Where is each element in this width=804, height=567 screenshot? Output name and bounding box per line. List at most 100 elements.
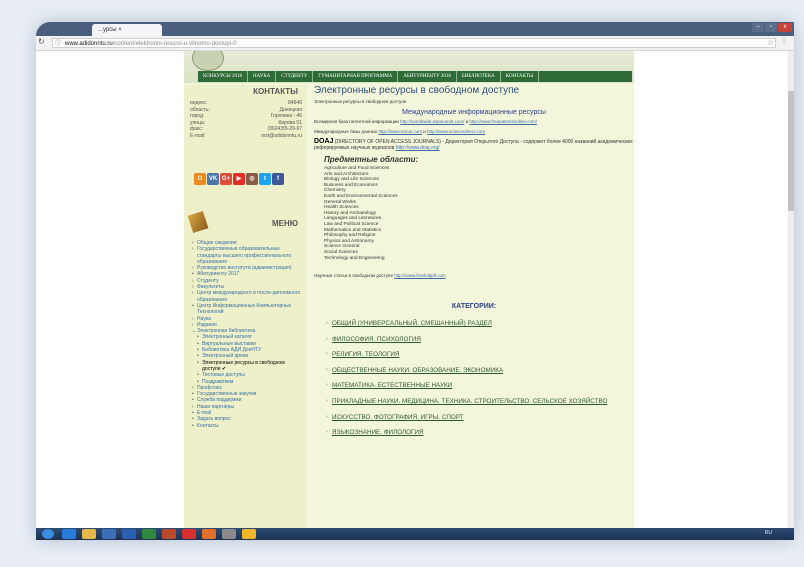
media-icon[interactable] bbox=[102, 529, 116, 539]
menu-item-label: Государственные закупки bbox=[197, 391, 257, 398]
nav-item[interactable]: ГУМАНИТАРНАЯ ПРОГРАММА bbox=[313, 71, 399, 82]
excel-icon[interactable] bbox=[142, 529, 156, 539]
nav-item[interactable]: АБИТУРИЕНТУ 2018 bbox=[398, 71, 457, 82]
category-link[interactable]: › ЯЗЫКОЗНАНИЕ. ФИЛОЛОГИЯ bbox=[326, 425, 634, 441]
menu-item-label: Контакты bbox=[197, 422, 219, 429]
freefullpdf-link[interactable]: http://www.freefullpdf.com bbox=[394, 273, 446, 278]
category-link[interactable]: › ФИЛОСОФИЯ. ПСИХОЛОГИЯ bbox=[326, 332, 634, 348]
category-link[interactable]: › ИСКУССТВО. ФОТОГРАФИЯ. ИГРЫ. СПОРТ bbox=[326, 410, 634, 426]
category-bullet: › bbox=[326, 382, 328, 389]
category-link[interactable]: › ОБЩИЙ (УНИВЕРСАЛЬНЫЙ, СМЕШАННЫЙ) РАЗДЕЛ bbox=[326, 316, 634, 332]
category-label: ФИЛОСОФИЯ. ПСИХОЛОГИЯ bbox=[332, 335, 421, 343]
address-bar[interactable]: ⓘ www.adidonntu.ru/content/elektronni-re… bbox=[52, 38, 776, 48]
category-bullet: › bbox=[326, 413, 328, 420]
contact-label: E-mail: bbox=[190, 132, 206, 139]
url-path: /content/elektronni-resursi-u-vilnomu-do… bbox=[112, 41, 237, 47]
category-bullet: › bbox=[326, 398, 328, 405]
menu-item-label: Тестовые доступы bbox=[202, 372, 245, 379]
close-window-icon[interactable]: x bbox=[778, 23, 792, 32]
menu-bullet: • bbox=[197, 359, 199, 366]
app-icon[interactable] bbox=[222, 529, 236, 539]
menu-item-label: Поздравляем bbox=[202, 378, 234, 385]
doaj-link[interactable]: http://www.doaj.org/ bbox=[396, 145, 440, 151]
menu-header: МЕНЮ bbox=[187, 210, 302, 234]
category-link[interactable]: › МАТЕМАТИКА. ЕСТЕСТВЕННЫЕ НАУКИ bbox=[326, 378, 634, 394]
category-label: МАТЕМАТИКА. ЕСТЕСТВЕННЫЕ НАУКИ bbox=[332, 382, 453, 390]
contact-value: inst@adidonntu.ru bbox=[261, 132, 302, 139]
ie-icon[interactable] bbox=[62, 529, 76, 539]
menu-bullet: • bbox=[192, 302, 194, 309]
patent-line: Всемирная база патентной информации http… bbox=[314, 119, 634, 125]
opera-icon[interactable] bbox=[182, 529, 196, 539]
menu-item[interactable]: › Центр международного и после-дипломного… bbox=[192, 290, 304, 303]
category-label: РЕЛИГИЯ. ТЕОЛОГИЯ bbox=[332, 351, 400, 359]
book-icon bbox=[187, 210, 209, 234]
menu-item[interactable]: › Государственные образовательные стандар… bbox=[192, 246, 304, 265]
social-icon[interactable]: ▶ bbox=[233, 173, 245, 185]
word-icon[interactable] bbox=[122, 529, 136, 539]
menu-item-label: Государственные образовательные стандарт… bbox=[197, 246, 292, 265]
sciencedirect-link[interactable]: http://www.sciencedirect.com bbox=[427, 129, 485, 134]
social-icon[interactable]: t bbox=[259, 173, 271, 185]
freepatents-link[interactable]: http://www.freepatentsonline.com/ bbox=[469, 119, 537, 124]
powerpoint-icon[interactable] bbox=[162, 529, 176, 539]
menu-item-label: Наши партнёры bbox=[197, 403, 234, 410]
chrome-icon[interactable] bbox=[242, 529, 256, 539]
category-bullet: › bbox=[326, 351, 328, 358]
patent-text: Всемирная база патентной информации bbox=[314, 119, 401, 124]
address-bar-row: ↻ ⓘ www.adidonntu.ru/content/elektronni-… bbox=[36, 36, 794, 51]
browser-menu-icon[interactable]: ⋮ bbox=[780, 37, 788, 46]
social-icon[interactable]: O bbox=[194, 173, 206, 185]
bookmark-star-icon[interactable]: ☆ bbox=[767, 38, 774, 47]
subjects-list: Agriculture and Food Sciences Arts and Ar… bbox=[324, 166, 634, 261]
info-icon[interactable]: ⓘ bbox=[55, 39, 61, 49]
breadcrumb: Электронные ресурсы в свободном доступе bbox=[314, 99, 407, 104]
nav-item[interactable]: НАУКА bbox=[248, 71, 277, 82]
doaj-paragraph: DOAJ (DIRECTORY OF OPEN ACCESS JOURNALS)… bbox=[314, 138, 634, 151]
nav-item[interactable]: КОНКУРСЫ 2018 bbox=[198, 71, 248, 82]
side-menu: › Общие сведения › Государственные образова… bbox=[192, 240, 304, 429]
browser-tab[interactable]: ...урсы × bbox=[92, 24, 162, 36]
espacenet-link[interactable]: http://worldwide.espacenet.com/ bbox=[400, 119, 464, 124]
social-icon[interactable]: ◎ bbox=[246, 173, 258, 185]
nav-item[interactable]: БИБЛИОТЕКА bbox=[457, 71, 501, 82]
category-link[interactable]: › РЕЛИГИЯ. ТЕОЛОГИЯ bbox=[326, 347, 634, 363]
social-icon[interactable]: VK bbox=[207, 173, 219, 185]
category-link[interactable]: › ПРИКЛАДНЫЕ НАУКИ. МЕДИЦИНА. ТЕХНИКА. СТ… bbox=[326, 394, 634, 410]
articles-line: Научные статьи в свободном доступе http:… bbox=[314, 273, 634, 279]
menu-item[interactable]: • Контакты bbox=[192, 423, 304, 429]
categories-heading: КАТЕГОРИИ: bbox=[451, 303, 497, 311]
social-icon[interactable]: f bbox=[272, 173, 284, 185]
intl-resources-heading: Международные информационные ресурсы bbox=[402, 109, 546, 116]
institute-logo[interactable] bbox=[192, 51, 224, 71]
category-bullet: › bbox=[326, 366, 328, 373]
nav-item[interactable]: КОНТАКТЫ bbox=[501, 71, 540, 82]
menu-item[interactable]: • Центр Информационных Компьютерных Техно… bbox=[192, 303, 304, 316]
social-icons: O VK G+ ▶ ◎ t f bbox=[194, 173, 284, 185]
social-icon[interactable]: G+ bbox=[220, 173, 232, 185]
databases-text: Международные базы данных bbox=[314, 129, 379, 134]
main-content: Электронные ресурсы в свободном доступе … bbox=[314, 85, 634, 441]
firefox-icon[interactable] bbox=[202, 529, 216, 539]
category-bullet: › bbox=[326, 429, 328, 436]
menu-item-label: Общие сведения bbox=[197, 240, 237, 246]
start-button-icon[interactable] bbox=[42, 529, 54, 539]
language-indicator[interactable]: RU bbox=[765, 530, 772, 536]
menu-item[interactable]: • Электронные ресурсы в свободном доступе… bbox=[192, 360, 304, 373]
maximize-icon[interactable]: ▫ bbox=[765, 23, 777, 32]
scrollbar-thumb[interactable] bbox=[788, 91, 794, 211]
minimize-icon[interactable]: – bbox=[752, 23, 764, 32]
category-bullet: › bbox=[326, 335, 328, 342]
nav-item[interactable]: СТУДЕНТУ bbox=[276, 71, 314, 82]
category-link[interactable]: › ОБЩЕСТВЕННЫЕ НАУКИ. ОБРАЗОВАНИЕ. ЭКОНОМ… bbox=[326, 363, 634, 379]
page-scrollbar[interactable] bbox=[788, 51, 794, 528]
scirus-link[interactable]: http://www.scirus.com bbox=[378, 129, 422, 134]
back-icon[interactable]: ↻ bbox=[38, 37, 45, 46]
categories-list: › ОБЩИЙ (УНИВЕРСАЛЬНЫЙ, СМЕШАННЫЙ) РАЗДЕЛ… bbox=[314, 316, 634, 441]
tab-title: ...урсы × bbox=[98, 27, 122, 33]
databases-line: Международные базы данных http://www.sci… bbox=[314, 129, 634, 135]
explorer-icon[interactable] bbox=[82, 529, 96, 539]
subject-item: Technology and Engineering bbox=[324, 255, 385, 261]
category-bullet: › bbox=[326, 320, 328, 327]
contacts-block: КОНТАКТЫ индекс: 84646 область: Донецкая гор… bbox=[190, 87, 302, 139]
